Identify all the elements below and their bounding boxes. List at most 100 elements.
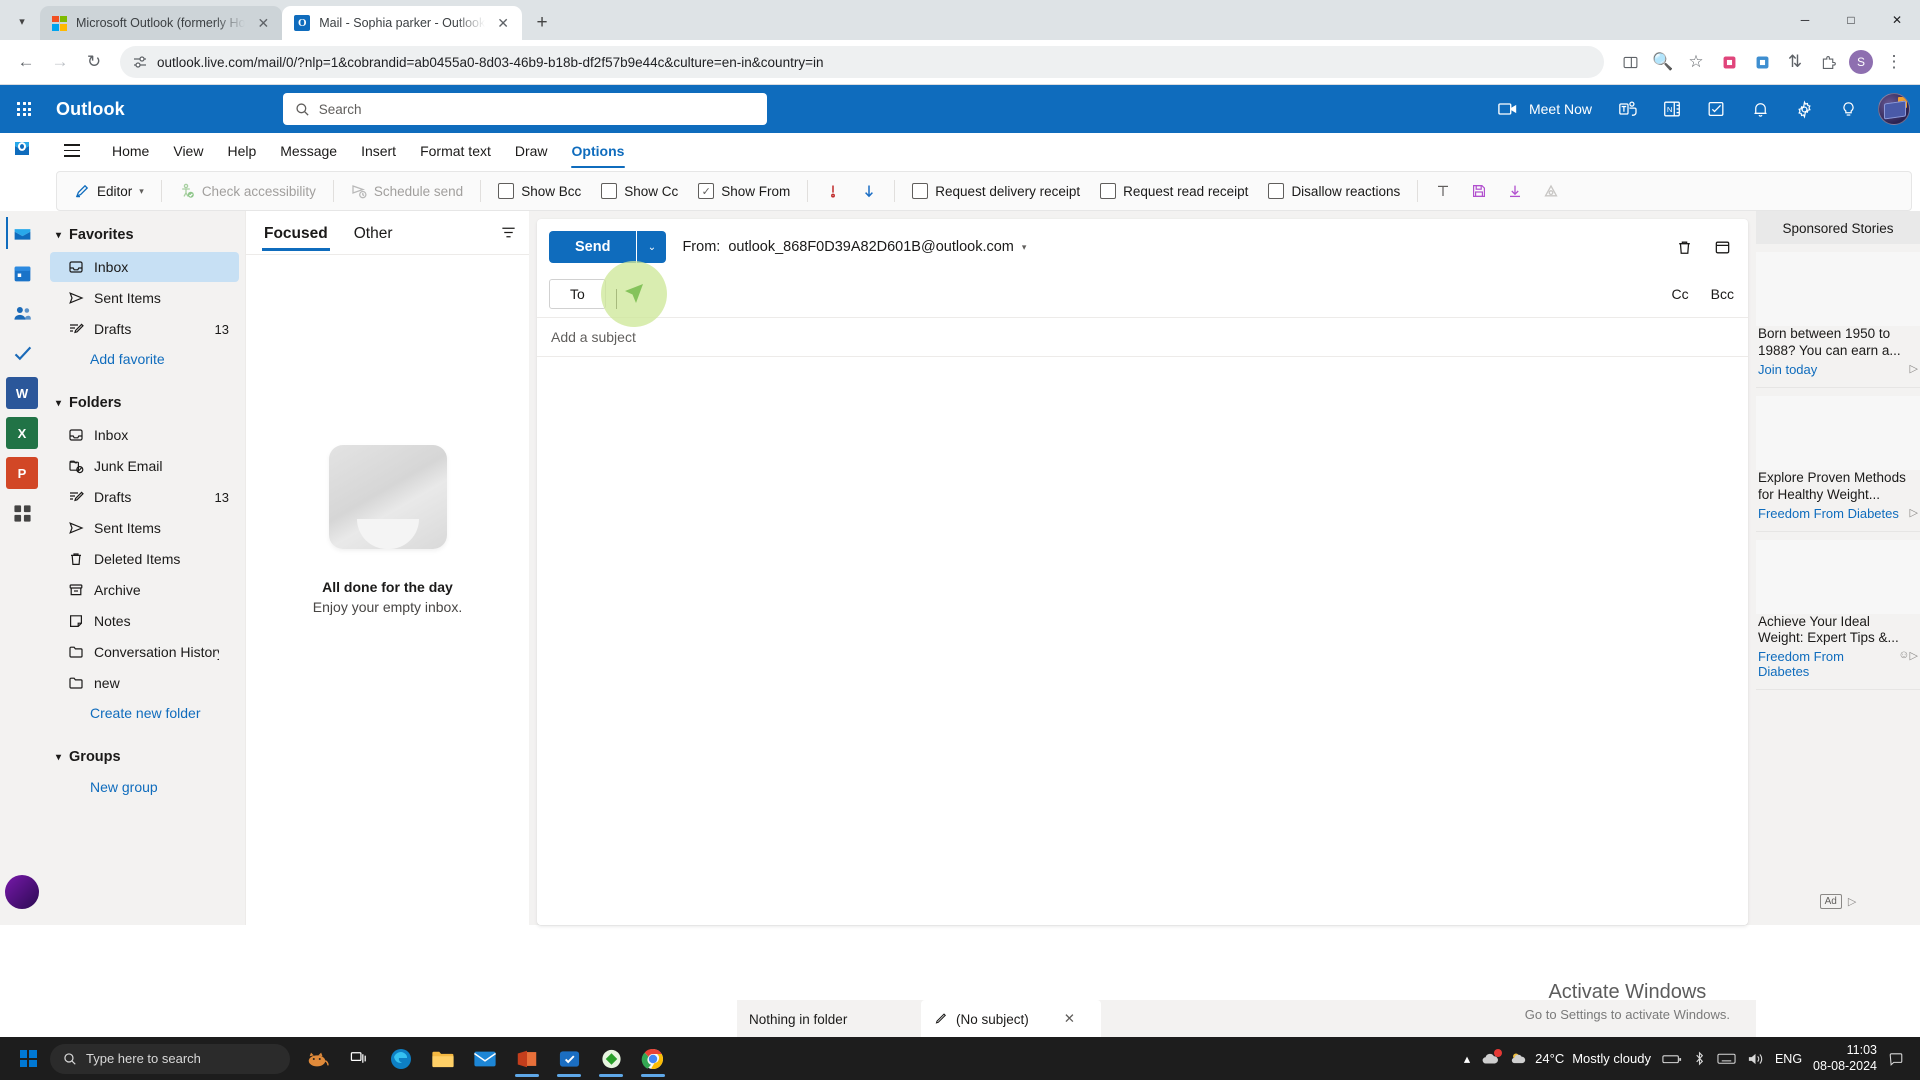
tray-notification-center-icon[interactable]	[1888, 1051, 1904, 1067]
favorite-item-drafts[interactable]: Drafts 13	[50, 314, 239, 344]
groups-header[interactable]: ▾ Groups	[44, 741, 245, 773]
folder-item-junk[interactable]: Junk Email	[50, 451, 239, 481]
folder-item-conversation-history[interactable]: Conversation History	[50, 637, 239, 667]
browser-menu-icon[interactable]: ⋮	[1878, 46, 1910, 78]
ad-info-triangle-icon[interactable]: ▷	[1910, 649, 1918, 662]
ribbon-tab-view[interactable]: View	[161, 137, 215, 164]
plain-text-button[interactable]	[1426, 178, 1460, 204]
tray-language[interactable]: ENG	[1775, 1052, 1802, 1066]
ribbon-tab-home[interactable]: Home	[100, 137, 161, 164]
taskbar-file-explorer-icon[interactable]	[422, 1039, 464, 1079]
save-to-onedrive-button[interactable]	[1498, 178, 1532, 204]
pivot-other[interactable]: Other	[348, 225, 399, 251]
to-label-button[interactable]: To	[549, 279, 606, 309]
show-from-checkbox[interactable]: ✓ Show From	[689, 178, 799, 204]
editor-button[interactable]: Editor ▾	[65, 178, 153, 204]
copilot-button[interactable]	[5, 875, 39, 909]
taskbar-office-icon[interactable]	[506, 1039, 548, 1079]
onenote-icon[interactable]: N	[1652, 89, 1692, 129]
request-read-receipt-checkbox[interactable]: Request read receipt	[1091, 178, 1257, 204]
nav-toggle-hamburger-icon[interactable]	[56, 135, 88, 167]
folder-item-drafts[interactable]: Drafts 13	[50, 482, 239, 512]
new-tab-button[interactable]: +	[528, 9, 556, 37]
show-bcc-checkbox[interactable]: Show Bcc	[489, 178, 590, 204]
reload-icon[interactable]: ↻	[78, 46, 110, 78]
rail-todo-icon[interactable]	[6, 337, 38, 369]
pivot-focused[interactable]: Focused	[258, 225, 334, 251]
taskbar-cortana-cat-icon[interactable]	[296, 1039, 338, 1079]
from-field[interactable]: From: outlook_868F0D39A82D601B@outlook.c…	[682, 239, 1026, 255]
close-icon[interactable]: ✕	[254, 14, 272, 32]
tray-volume-icon[interactable]	[1747, 1052, 1764, 1066]
ad-advertiser-3[interactable]: ▷ ☺ Freedom From Diabetes	[1756, 647, 1920, 679]
tray-battery-icon[interactable]	[1662, 1053, 1682, 1065]
settings-gear-icon[interactable]	[1784, 89, 1824, 129]
bookmark-star-icon[interactable]: ☆	[1680, 46, 1712, 78]
subject-input[interactable]: Add a subject	[537, 318, 1748, 357]
send-button[interactable]: Send	[549, 231, 637, 263]
favorite-item-inbox[interactable]: Inbox	[50, 252, 239, 282]
taskbar-store-icon[interactable]	[548, 1039, 590, 1079]
ad-card-1[interactable]: Born between 1950 to 1988? You can earn …	[1756, 244, 1920, 388]
ad-advertiser-2[interactable]: ▷ Freedom From Diabetes	[1756, 504, 1920, 521]
request-delivery-receipt-checkbox[interactable]: Request delivery receipt	[903, 178, 1089, 204]
discard-draft-icon[interactable]	[1672, 235, 1696, 259]
save-draft-button[interactable]	[1462, 178, 1496, 204]
tips-lightbulb-icon[interactable]	[1828, 89, 1868, 129]
start-button[interactable]	[6, 1039, 50, 1079]
chevron-down-icon[interactable]: ▾	[1022, 242, 1027, 253]
site-settings-icon[interactable]	[132, 54, 148, 70]
add-favorite-link[interactable]: Add favorite	[44, 345, 245, 373]
rail-word-icon[interactable]: W	[6, 377, 38, 409]
new-group-link[interactable]: New group	[44, 773, 245, 801]
taskbar-task-view-icon[interactable]	[338, 1039, 380, 1079]
rail-people-icon[interactable]	[6, 297, 38, 329]
ad-info-triangle-icon[interactable]: ▷	[1910, 362, 1918, 375]
taskbar-mail-icon[interactable]	[464, 1039, 506, 1079]
extension-blue-icon[interactable]	[1746, 46, 1778, 78]
ad-card-2[interactable]: Explore Proven Methods for Healthy Weigh…	[1756, 388, 1920, 532]
browser-tab-1[interactable]: Microsoft Outlook (formerly Ho ✕	[40, 6, 283, 40]
taskbar-search-input[interactable]: Type here to search	[50, 1043, 290, 1074]
maximize-button[interactable]: □	[1828, 0, 1874, 40]
taskbar-anydesk-icon[interactable]	[590, 1039, 632, 1079]
meet-now-button[interactable]: Meet Now	[1486, 89, 1604, 129]
close-icon[interactable]: ✕	[1064, 1011, 1075, 1027]
minimize-button[interactable]: ─	[1782, 0, 1828, 40]
folders-header[interactable]: ▾ Folders	[44, 387, 245, 419]
extension-pink-icon[interactable]	[1713, 46, 1745, 78]
app-launcher-waffle-icon[interactable]	[0, 85, 48, 133]
ribbon-tab-format-text[interactable]: Format text	[408, 137, 503, 164]
rail-calendar-icon[interactable]	[6, 257, 38, 289]
ad-info-triangle-icon[interactable]: ▷	[1910, 506, 1918, 519]
show-cc-checkbox[interactable]: Show Cc	[592, 178, 687, 204]
ribbon-tab-draw[interactable]: Draw	[503, 137, 560, 164]
close-icon[interactable]: ✕	[494, 14, 512, 32]
folder-item-sent[interactable]: Sent Items	[50, 513, 239, 543]
favorites-header[interactable]: ▾ Favorites	[44, 219, 245, 251]
taskbar-chrome-icon[interactable]	[632, 1039, 674, 1079]
popout-icon[interactable]	[1710, 235, 1734, 259]
ribbon-tab-insert[interactable]: Insert	[349, 137, 408, 164]
send-options-chevron-icon[interactable]: ⌄	[636, 231, 667, 263]
draft-tab[interactable]: (No subject) ✕	[921, 1000, 1101, 1038]
folder-item-archive[interactable]: Archive	[50, 575, 239, 605]
folder-item-deleted[interactable]: Deleted Items	[50, 544, 239, 574]
ribbon-tab-help[interactable]: Help	[215, 137, 268, 164]
bcc-button[interactable]: Bcc	[1711, 286, 1734, 302]
browser-tab-2[interactable]: O Mail - Sophia parker - Outlook ✕	[282, 6, 522, 40]
tab-search-chevron-icon[interactable]: ▾	[4, 5, 40, 37]
zoom-icon[interactable]: 🔍	[1647, 46, 1679, 78]
favorite-item-sent[interactable]: Sent Items	[50, 283, 239, 313]
create-new-folder-link[interactable]: Create new folder	[44, 699, 245, 727]
high-importance-button[interactable]	[816, 178, 850, 204]
tray-clock[interactable]: 11:03 08-08-2024	[1813, 1043, 1877, 1074]
rail-excel-icon[interactable]: X	[6, 417, 38, 449]
tray-keyboard-icon[interactable]	[1717, 1052, 1736, 1065]
ad-info-triangle-icon[interactable]: ▷	[1848, 895, 1856, 908]
ad-advertiser-1[interactable]: ▷ Join today	[1756, 360, 1920, 377]
user-avatar[interactable]	[1878, 93, 1910, 125]
tray-weather[interactable]: 24°C Mostly cloudy	[1510, 1051, 1651, 1066]
rail-mail-icon[interactable]	[6, 217, 38, 249]
split-screen-icon[interactable]	[1614, 46, 1646, 78]
